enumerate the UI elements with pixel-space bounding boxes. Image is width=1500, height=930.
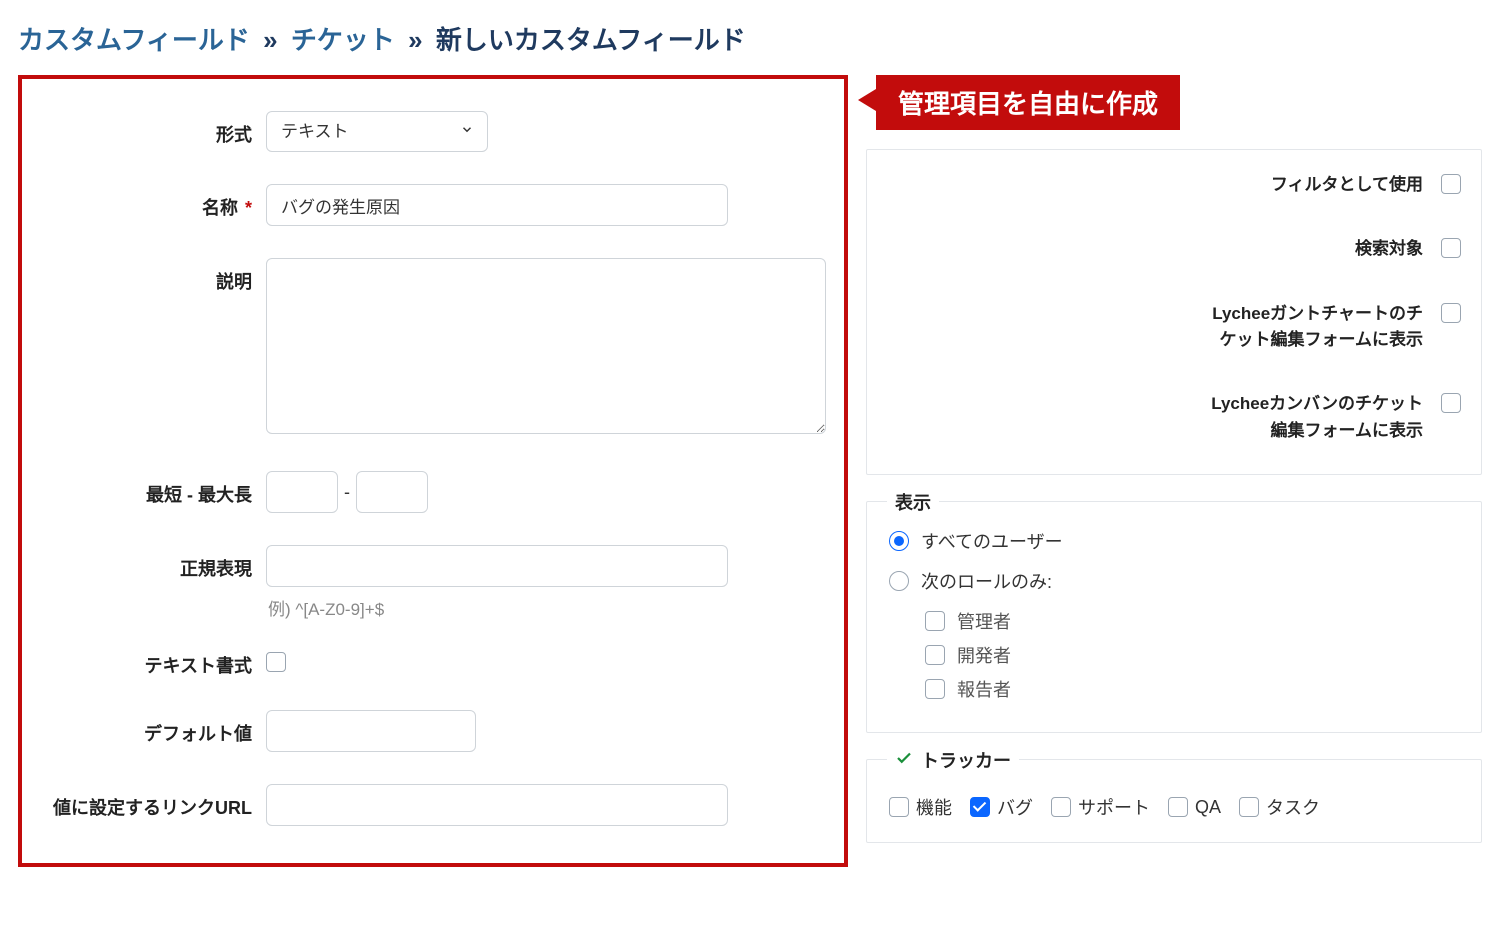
tracker-checkbox[interactable] — [889, 797, 909, 817]
length-label: 最短 - 最大長 — [38, 471, 266, 507]
text-format-label: テキスト書式 — [38, 642, 266, 678]
tracker-item[interactable]: バグ — [970, 794, 1033, 820]
regex-hint: 例) ^[A-Z0-9]+$ — [268, 595, 828, 620]
visibility-roles-radio[interactable] — [889, 571, 909, 591]
tracker-label: QA — [1195, 797, 1221, 818]
breadcrumb-separator: » — [408, 25, 422, 55]
tracker-checkbox[interactable] — [1239, 797, 1259, 817]
role-admin-label: 管理者 — [957, 608, 1011, 634]
regex-label: 正規表現 — [38, 545, 266, 581]
tracker-label: タスク — [1266, 794, 1320, 820]
tracker-label: サポート — [1078, 794, 1150, 820]
format-select[interactable]: テキスト — [266, 111, 488, 152]
check-icon — [895, 749, 913, 772]
kanban-form-checkbox[interactable] — [1441, 393, 1461, 413]
format-label: 形式 — [38, 111, 266, 147]
tracker-item[interactable]: サポート — [1051, 794, 1150, 820]
role-admin-checkbox[interactable] — [925, 611, 945, 631]
role-developer-label: 開発者 — [957, 642, 1011, 668]
annotation-arrow-icon — [858, 89, 876, 111]
tracker-item[interactable]: タスク — [1239, 794, 1320, 820]
role-reporter-checkbox[interactable] — [925, 679, 945, 699]
role-reporter-label: 報告者 — [957, 676, 1011, 702]
filter-label: フィルタとして使用 — [1271, 172, 1423, 198]
default-value-label: デフォルト値 — [38, 710, 266, 746]
breadcrumb-current: 新しいカスタムフィールド — [436, 25, 746, 55]
filter-checkbox[interactable] — [1441, 174, 1461, 194]
visibility-all-radio[interactable] — [889, 531, 909, 551]
breadcrumb-tickets[interactable]: チケット — [291, 25, 395, 55]
link-url-input[interactable] — [266, 784, 728, 826]
searchable-checkbox[interactable] — [1441, 238, 1461, 258]
description-textarea[interactable] — [266, 258, 826, 434]
link-url-label: 値に設定するリンクURL — [38, 784, 266, 820]
gantt-form-checkbox[interactable] — [1441, 303, 1461, 323]
tracker-list: 機能 バグ サポート QA タスク — [889, 794, 1459, 820]
role-developer-checkbox[interactable] — [925, 645, 945, 665]
breadcrumb-separator: » — [263, 25, 277, 55]
tracker-label: 機能 — [916, 794, 952, 820]
highlighted-form-area: 形式 テキスト 名称 * — [18, 75, 848, 867]
trackers-fieldset: トラッカー 機能バグサポートQAタスク — [866, 759, 1482, 843]
options-panel: フィルタとして使用 検索対象 Lycheeガントチャートのチケット編集フォームに… — [866, 149, 1482, 475]
max-length-input[interactable] — [356, 471, 428, 513]
kanban-form-label: Lycheeカンバンのチケット編集フォームに表示 — [1203, 391, 1423, 444]
annotation-text: 管理項目を自由に作成 — [876, 75, 1180, 130]
tracker-checkbox[interactable] — [970, 797, 990, 817]
tracker-checkbox[interactable] — [1168, 797, 1188, 817]
name-input[interactable] — [266, 184, 728, 226]
tracker-checkbox[interactable] — [1051, 797, 1071, 817]
annotation-callout: 管理項目を自由に作成 — [866, 75, 1482, 121]
text-format-checkbox[interactable] — [266, 652, 286, 672]
tracker-label: バグ — [997, 794, 1033, 820]
default-value-input[interactable] — [266, 710, 476, 752]
breadcrumb: カスタムフィールド » チケット » 新しいカスタムフィールド — [18, 20, 1482, 57]
tracker-item[interactable]: QA — [1168, 797, 1221, 818]
visibility-roles-label: 次のロールのみ: — [921, 568, 1052, 594]
min-length-input[interactable] — [266, 471, 338, 513]
visibility-fieldset: 表示 すべてのユーザー 次のロールのみ: 管理者 開発者 — [866, 501, 1482, 733]
visibility-all-label: すべてのユーザー — [921, 528, 1063, 554]
name-label: 名称 * — [38, 184, 266, 220]
length-separator: - — [344, 482, 350, 503]
searchable-label: 検索対象 — [1355, 236, 1423, 262]
regex-input[interactable] — [266, 545, 728, 587]
trackers-legend: トラッカー — [887, 747, 1019, 773]
visibility-legend: 表示 — [887, 489, 939, 515]
tracker-item[interactable]: 機能 — [889, 794, 952, 820]
description-label: 説明 — [38, 258, 266, 294]
gantt-form-label: Lycheeガントチャートのチケット編集フォームに表示 — [1203, 301, 1423, 354]
breadcrumb-custom-fields[interactable]: カスタムフィールド — [18, 25, 250, 55]
